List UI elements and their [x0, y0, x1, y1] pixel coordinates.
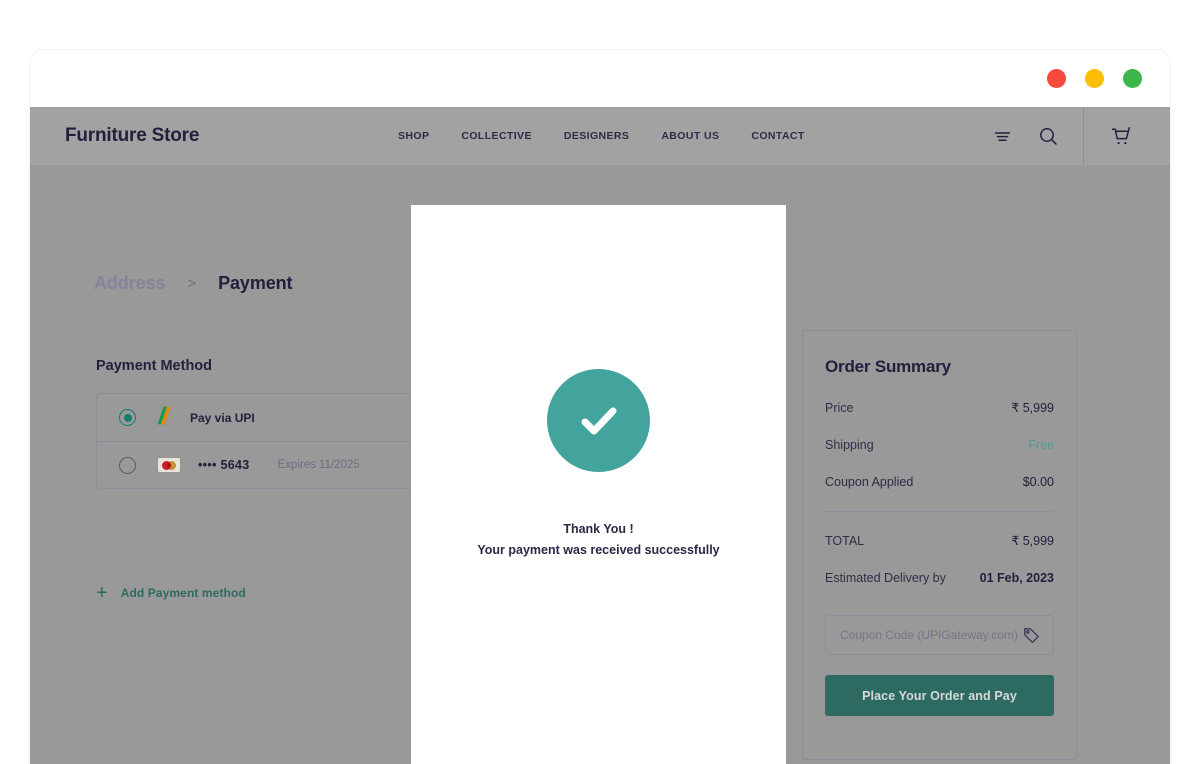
summary-value-estimated-delivery: 01 Feb, 2023 [979, 571, 1054, 585]
order-summary-title: Order Summary [825, 357, 951, 376]
summary-value-coupon-applied: $0.00 [1022, 475, 1054, 489]
place-order-button[interactable]: Place Your Order and Pay [825, 675, 1054, 716]
summary-row-estimated-delivery: Estimated Delivery by 01 Feb, 2023 [825, 571, 1054, 585]
search-icon[interactable] [1025, 107, 1071, 165]
header-divider [1083, 107, 1084, 165]
header-tools [979, 107, 1170, 165]
nav-item-collective[interactable]: COLLECTIVE [461, 130, 532, 142]
summary-value-shipping: Free [1028, 438, 1054, 452]
mastercard-icon [157, 457, 181, 473]
page-viewport: Furniture Store SHOP COLLECTIVE DESIGNER… [30, 107, 1170, 764]
main-navigation: SHOP COLLECTIVE DESIGNERS ABOUT US CONTA… [398, 130, 805, 142]
menu-lines-icon[interactable] [979, 107, 1025, 165]
summary-divider [825, 511, 1054, 512]
payment-success-modal: Thank You ! Your payment was received su… [411, 205, 786, 764]
browser-titlebar [30, 50, 1170, 107]
close-window-dot[interactable] [1047, 69, 1066, 88]
site-header: Furniture Store SHOP COLLECTIVE DESIGNER… [30, 107, 1170, 165]
upi-icon [157, 406, 173, 430]
coupon-code-field[interactable] [825, 615, 1054, 655]
summary-label-coupon-applied: Coupon Applied [825, 475, 914, 489]
success-subtitle: Your payment was received successfully [477, 543, 720, 557]
coupon-code-input[interactable] [840, 628, 1023, 642]
minimize-window-dot[interactable] [1085, 69, 1104, 88]
radio-card[interactable] [119, 456, 136, 474]
nav-item-shop[interactable]: SHOP [398, 130, 429, 142]
order-summary-panel: Order Summary Price ₹ 5,999 Shipping Fre… [802, 330, 1077, 760]
summary-label-shipping: Shipping [825, 438, 874, 452]
payment-option-card-number: •••• 5643 [198, 458, 250, 472]
add-payment-method-button[interactable]: + Add Payment method [96, 583, 246, 603]
success-title: Thank You ! [563, 522, 634, 536]
summary-row-coupon-applied: Coupon Applied $0.00 [825, 475, 1054, 489]
breadcrumb: Address > Payment [94, 273, 293, 294]
summary-value-total: ₹ 5,999 [1011, 534, 1054, 548]
summary-row-price: Price ₹ 5,999 [825, 400, 1054, 415]
browser-window: Furniture Store SHOP COLLECTIVE DESIGNER… [30, 50, 1170, 764]
plus-icon: + [96, 582, 108, 604]
payment-method-heading: Payment Method [96, 358, 213, 374]
payment-option-card-expiry: Expires 11/2025 [277, 459, 360, 471]
tag-icon[interactable] [1023, 627, 1040, 644]
breadcrumb-step-address[interactable]: Address [94, 273, 165, 294]
nav-item-designers[interactable]: DESIGNERS [564, 130, 629, 142]
summary-label-total: TOTAL [825, 534, 865, 548]
shopping-cart-icon[interactable] [1098, 107, 1144, 165]
add-payment-method-label: Add Payment method [120, 586, 246, 600]
brand-logo[interactable]: Furniture Store [65, 125, 199, 147]
summary-value-price: ₹ 5,999 [1011, 401, 1054, 415]
breadcrumb-step-payment[interactable]: Payment [218, 273, 292, 294]
nav-item-contact[interactable]: CONTACT [751, 130, 804, 142]
check-circle-icon [547, 369, 650, 472]
breadcrumb-separator-icon: > [187, 275, 197, 292]
nav-item-about-us[interactable]: ABOUT US [661, 130, 719, 142]
maximize-window-dot[interactable] [1123, 69, 1142, 88]
summary-label-estimated-delivery: Estimated Delivery by [825, 571, 946, 585]
summary-row-total: TOTAL ₹ 5,999 [825, 533, 1054, 548]
payment-option-upi-label: Pay via UPI [190, 410, 255, 425]
summary-label-price: Price [825, 401, 854, 415]
radio-upi[interactable] [119, 409, 136, 426]
summary-row-shipping: Shipping Free [825, 438, 1054, 452]
